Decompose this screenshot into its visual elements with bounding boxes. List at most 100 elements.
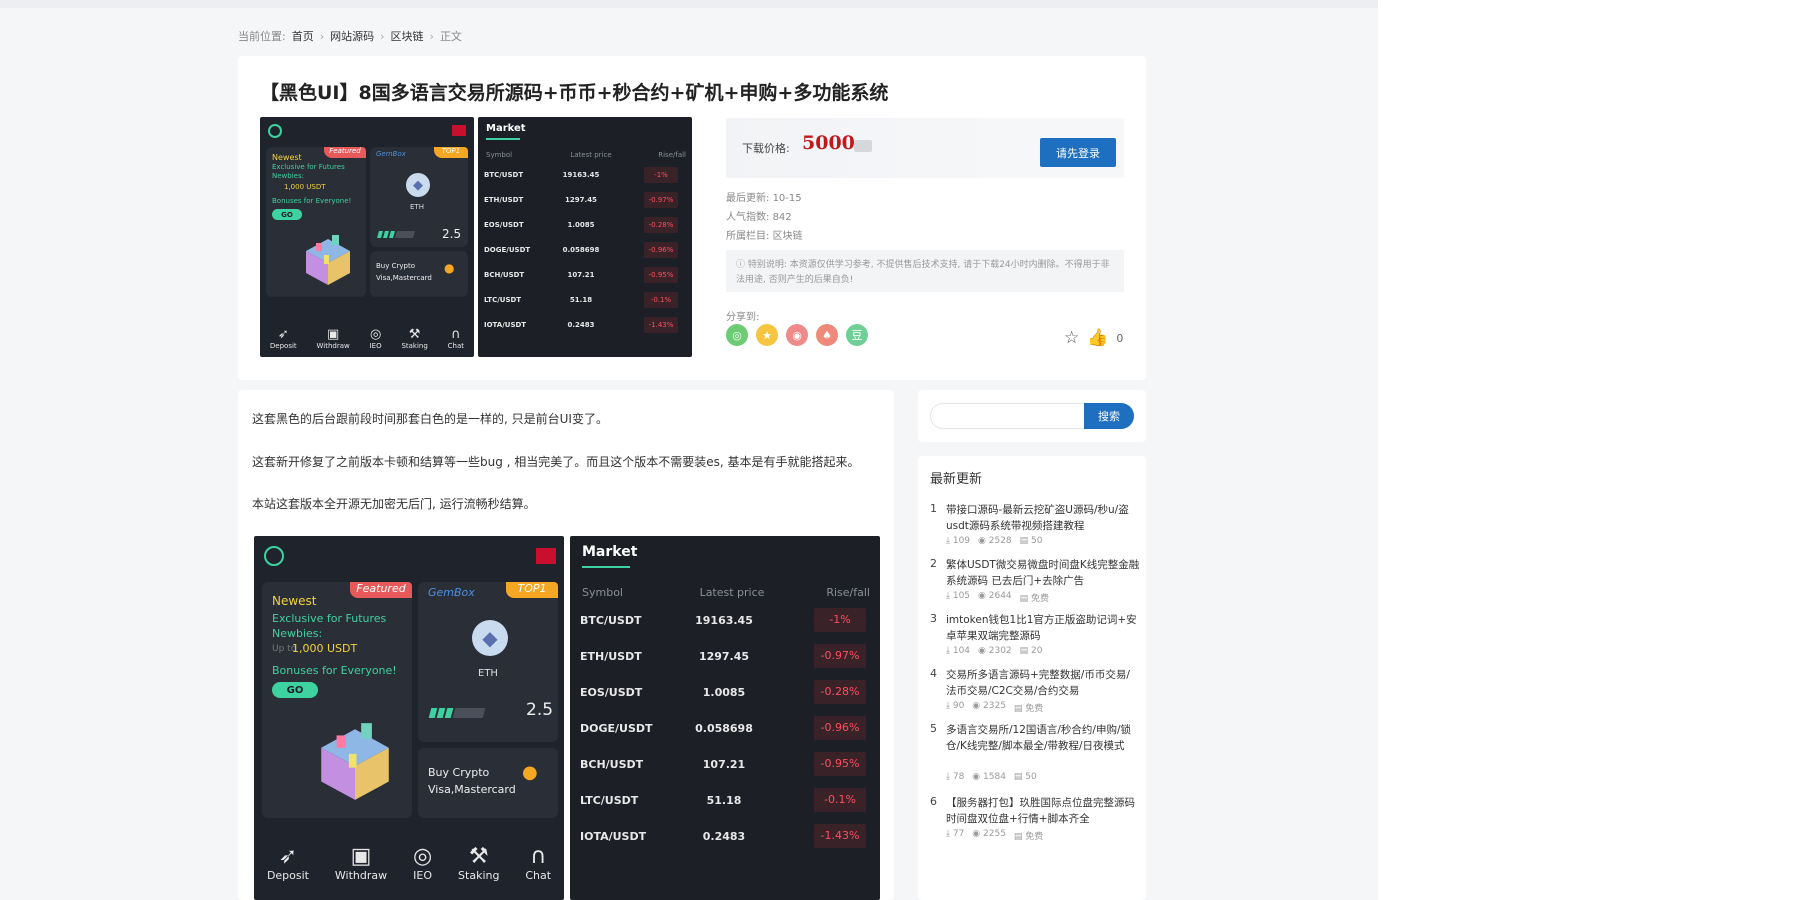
nav-deposit[interactable]: ➶ Deposit	[270, 327, 297, 350]
price-tag: 20	[1031, 646, 1043, 656]
market-underline	[582, 566, 630, 568]
market-price: 1297.45	[565, 196, 597, 204]
market-symbol: BTC/USDT	[580, 613, 642, 627]
futures-label: Exclusive for Futures Newbies:	[272, 612, 387, 640]
bonus-label: Bonuses for Everyone!	[272, 197, 352, 205]
market-header: Symbol Latest price Rise/fall	[582, 586, 870, 599]
market-row[interactable]: IOTA/USDT 0.2483 -1.43%	[570, 824, 880, 848]
eye-icon: ◉ 2302	[978, 646, 1012, 656]
breadcrumb-source[interactable]: 网站源码	[330, 28, 374, 44]
download-icon: ⤓ 78	[946, 772, 965, 782]
preview-image-right[interactable]: Market Symbol Latest price Rise/fall BTC…	[478, 117, 692, 357]
nav-withdraw[interactable]: ▣ Withdraw	[335, 844, 387, 882]
futures-label: Exclusive for Futures Newbies:	[272, 163, 345, 180]
market-row[interactable]: LTC/USDT 51.18 -0.1%	[478, 292, 692, 308]
market-row[interactable]: EOS/USDT 1.0085 -0.28%	[478, 217, 692, 233]
nav-staking[interactable]: ⚒ Staking	[401, 327, 427, 350]
weibo-icon[interactable]: ◉	[786, 324, 808, 346]
preview-image-left[interactable]: Featured Newest Exclusive for Futures Ne…	[260, 117, 474, 357]
article-image-right[interactable]: Market Symbol Latest price Rise/fall BTC…	[570, 536, 880, 900]
nav-ieo[interactable]: ◎ IEO	[370, 327, 382, 350]
market-change-badge: -0.95%	[814, 752, 866, 776]
hammer-icon: ⚒	[408, 327, 421, 342]
rocket-icon: ➶	[278, 844, 298, 869]
star-icon[interactable]: ☆	[1064, 328, 1079, 348]
meta-value: 842	[772, 212, 792, 223]
view-count: 2302	[988, 646, 1012, 656]
nav-chat[interactable]: ∩ Chat	[525, 844, 551, 882]
market-symbol: ETH/USDT	[580, 649, 642, 663]
qzone-icon[interactable]: ★	[756, 324, 778, 346]
col-change: Rise/fall	[826, 586, 870, 599]
market-title: Market	[582, 544, 638, 560]
recent-item-title[interactable]: 多语言交易所/12国语言/秒合约/申购/锁仓/K线完整/脚本最全/带教程/日夜模…	[946, 722, 1140, 754]
search-button[interactable]: 搜索	[1084, 403, 1134, 429]
market-row[interactable]: BTC/USDT 19163.45 -1%	[570, 608, 880, 632]
nav-deposit[interactable]: ➶ Deposit	[267, 844, 309, 882]
nav-chat[interactable]: ∩ Chat	[448, 327, 464, 350]
breadcrumb-blockchain[interactable]: 区块链	[391, 28, 424, 44]
eth-label: ETH	[410, 203, 424, 211]
recent-item-title[interactable]: 交易所多语言源码+完整数据/币币交易/法币交易/C2C交易/合约交易	[946, 667, 1140, 699]
download-icon: ⤓ 104	[946, 646, 971, 656]
like-count: 0	[1116, 331, 1124, 345]
market-row[interactable]: IOTA/USDT 0.2483 -1.43%	[478, 317, 692, 333]
market-row[interactable]: ETH/USDT 1297.45 -0.97%	[478, 192, 692, 208]
gembox-card: TOP1 GemBox ◆ ETH 2.5	[370, 147, 468, 247]
market-change-cell: -1%	[616, 167, 678, 183]
view-count: 2644	[988, 591, 1012, 601]
bitcoin-icon: ●	[444, 261, 455, 275]
search-card: 搜索	[918, 390, 1146, 442]
search-input[interactable]	[930, 403, 1086, 429]
login-button[interactable]: 请先登录	[1040, 138, 1116, 167]
wallet-icon: ▣	[350, 844, 372, 869]
recent-item-title[interactable]: 带接口源码-最新云挖矿盗U源码/秒u/盗usdt源码系统带视频搭建教程	[946, 502, 1140, 534]
download-count: 105	[952, 591, 971, 601]
douban-icon[interactable]: 豆	[846, 324, 868, 346]
recent-item-title[interactable]: 繁体USDT微交易微盘时间盘K线完整金融系统源码 已去后门+去除广告	[946, 557, 1140, 589]
meta-value[interactable]: 区块链	[773, 231, 803, 242]
recent-item-title[interactable]: imtoken钱包1比1官方正版盗助记词+安卓苹果双端完整源码	[946, 612, 1140, 644]
go-button[interactable]: GO	[272, 682, 318, 698]
market-change-badge: -0.1%	[644, 292, 678, 308]
nav-staking[interactable]: ⚒ Staking	[458, 844, 499, 882]
thumbs-up-icon[interactable]: 👍	[1087, 328, 1108, 348]
market-row[interactable]: ETH/USDT 1297.45 -0.97%	[570, 644, 880, 668]
market-change-cell: -0.97%	[616, 192, 678, 208]
price-box: 下载价格: 5000 请先登录	[726, 118, 1124, 178]
market-change-badge: -1.43%	[644, 317, 678, 333]
breadcrumb-home[interactable]: 首页	[292, 28, 314, 44]
go-button[interactable]: GO	[272, 209, 302, 220]
qq-icon[interactable]: ♠	[816, 324, 838, 346]
market-change-cell: -0.1%	[616, 292, 678, 308]
bottom-nav: ➶ Deposit ▣ Withdraw ◎ IEO ⚒ Staking ∩ Chat	[260, 327, 474, 357]
amount-label: 1,000 USDT	[284, 183, 326, 191]
market-row[interactable]: BTC/USDT 19163.45 -1%	[478, 167, 692, 183]
share-label: 分享到:	[726, 312, 760, 323]
price-tag: 50	[1025, 772, 1037, 782]
market-price: 0.058698	[695, 721, 753, 735]
market-row[interactable]: DOGE/USDT 0.058698 -0.96%	[570, 716, 880, 740]
market-row[interactable]: BCH/USDT 107.21 -0.95%	[570, 752, 880, 776]
wechat-icon[interactable]: ◎	[726, 324, 748, 346]
market-row[interactable]: DOGE/USDT 0.058698 -0.96%	[478, 242, 692, 258]
nav-withdraw[interactable]: ▣ Withdraw	[317, 327, 350, 350]
top1-tag: TOP1	[506, 582, 558, 598]
featured-tag: Featured	[350, 582, 412, 598]
market-underline	[486, 138, 520, 140]
col-symbol: Symbol	[486, 151, 513, 159]
article-image-left[interactable]: Featured Newest Exclusive for Futures Ne…	[254, 536, 564, 900]
nav-ieo[interactable]: ◎ IEO	[413, 844, 432, 882]
meta-updated: 最后更新: 10-15	[726, 189, 802, 204]
market-title: Market	[486, 123, 526, 134]
market-row[interactable]: EOS/USDT 1.0085 -0.28%	[570, 680, 880, 704]
breadcrumb-current: 正文	[439, 30, 462, 43]
download-count: 104	[952, 646, 971, 656]
recent-index: 1	[930, 502, 937, 515]
market-change-cell: -1.43%	[616, 317, 678, 333]
view-count: 2325	[983, 701, 1006, 711]
nav-label: Withdraw	[316, 342, 350, 350]
recent-item-title[interactable]: 【服务器打包】玖胜国际点位盘完整源码 时间盘双位盘+行情+脚本齐全	[946, 795, 1140, 827]
market-row[interactable]: LTC/USDT 51.18 -0.1%	[570, 788, 880, 812]
market-row[interactable]: BCH/USDT 107.21 -0.95%	[478, 267, 692, 283]
